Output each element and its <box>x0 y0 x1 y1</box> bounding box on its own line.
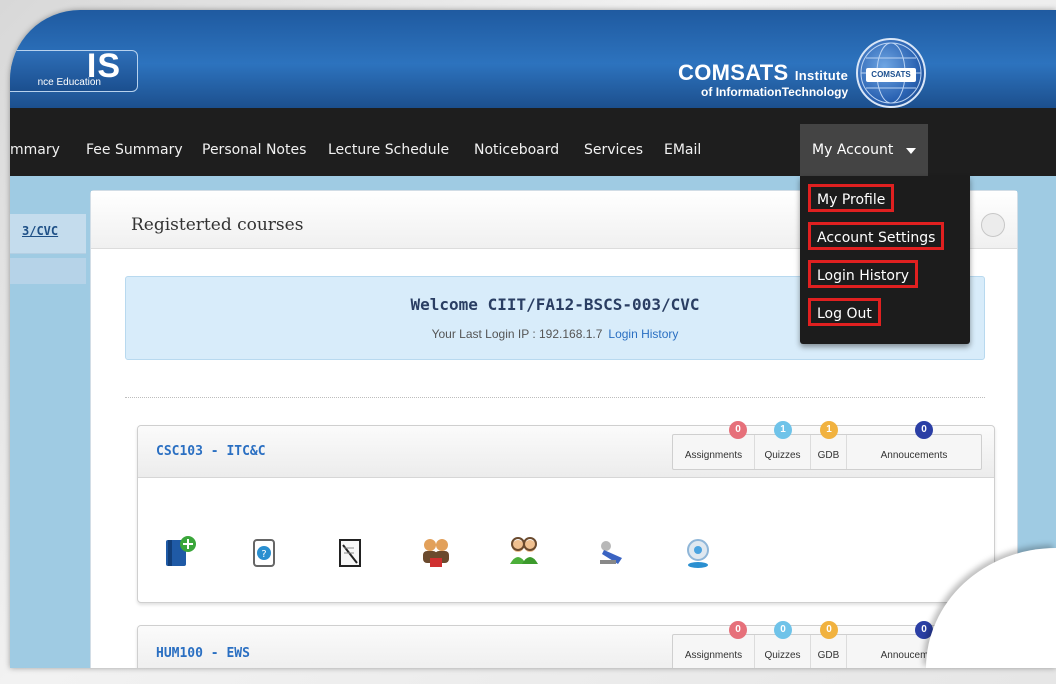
menu-item-login-history[interactable]: Login History <box>808 260 919 288</box>
logo-subtext: nce Education <box>37 77 101 88</box>
group-icon[interactable] <box>418 534 454 570</box>
notes-icon[interactable] <box>332 534 368 570</box>
stat-label: Quizzes <box>764 450 801 461</box>
course-card: CSC103 - ITC&C 0 Assignments 1 Quizzes 1… <box>137 421 995 603</box>
course-title[interactable]: HUM100 - EWS <box>156 646 250 661</box>
institute-title: COMSATS <box>678 60 789 85</box>
stat-gdb[interactable]: 0 GDB <box>811 621 847 668</box>
institute-subtitle: of InformationTechnology <box>701 85 849 99</box>
svg-text:?: ? <box>261 549 266 560</box>
announcements-count-badge: 0 <box>915 421 933 439</box>
browser-viewport: IS nce Education COMSATS Institute of In… <box>10 10 1056 668</box>
stat-assignments[interactable]: 0 Assignments <box>673 421 755 469</box>
gdb-count-badge: 1 <box>820 421 838 439</box>
speaker-icon[interactable] <box>594 534 630 570</box>
quizzes-count-badge: 0 <box>774 621 792 639</box>
stat-quizzes[interactable]: 0 Quizzes <box>755 621 811 668</box>
institute-word: Institute <box>794 68 849 83</box>
sidebar-highlight <box>10 258 86 284</box>
portal-logo[interactable]: IS nce Education <box>10 47 138 92</box>
users-icon[interactable] <box>506 534 542 570</box>
course-stats: 0 Assignments 1 Quizzes 1 GDB 0 Annoucem… <box>672 421 982 470</box>
help-icon[interactable]: ? <box>246 534 282 570</box>
course-header: HUM100 - EWS 0 Assignments 0 Quizzes 0 G… <box>138 621 994 668</box>
stat-label: Quizzes <box>764 650 801 661</box>
nav-services[interactable]: Services <box>584 142 643 158</box>
webcam-icon[interactable] <box>680 534 716 570</box>
assignments-count-badge: 0 <box>729 421 747 439</box>
stat-label: GDB <box>817 650 840 661</box>
course-card: HUM100 - EWS 0 Assignments 0 Quizzes 0 G… <box>137 621 995 668</box>
panel-title: Registerted courses <box>131 215 304 235</box>
quizzes-count-badge: 1 <box>774 421 792 439</box>
panel-toggle-icon[interactable] <box>981 213 1005 237</box>
menu-item-log-out[interactable]: Log Out <box>808 298 881 326</box>
nav-email[interactable]: EMail <box>664 142 701 158</box>
last-login-ip: Your Last Login IP : 192.168.1.7 <box>431 327 603 341</box>
institute-name: COMSATS Institute of InformationTechnolo… <box>678 60 849 99</box>
my-account-dropdown: My Profile Account Settings Login Histor… <box>800 176 970 344</box>
emblem-label: COMSATS <box>866 68 916 82</box>
stat-label: Assignments <box>684 450 743 461</box>
divider <box>125 397 985 398</box>
nav-fee-summary[interactable]: Fee Summary <box>86 142 183 158</box>
nav-academic-summary[interactable]: mmary <box>10 142 60 158</box>
stat-label: Annoucements <box>880 450 948 461</box>
student-id-link[interactable]: 3/CVC <box>22 224 58 238</box>
nav-personal-notes[interactable]: Personal Notes <box>202 142 306 158</box>
course-tools: ? <box>138 478 994 598</box>
my-account-label: My Account <box>812 142 894 158</box>
nav-noticeboard[interactable]: Noticeboard <box>474 142 559 158</box>
caret-down-icon <box>906 148 916 154</box>
left-sidebar <box>10 176 86 668</box>
comsats-emblem-icon: COMSATS <box>856 38 926 108</box>
main-navbar: mmary Fee Summary Personal Notes Lecture… <box>10 108 1056 176</box>
nav-lecture-schedule[interactable]: Lecture Schedule <box>328 142 449 158</box>
my-account-button[interactable]: My Account <box>800 124 928 176</box>
login-history-link[interactable]: Login History <box>608 327 678 341</box>
course-header: CSC103 - ITC&C 0 Assignments 1 Quizzes 1… <box>138 421 994 478</box>
book-add-icon[interactable] <box>162 534 198 570</box>
stat-label: Assignments <box>684 650 743 661</box>
menu-item-account-settings[interactable]: Account Settings <box>808 222 945 250</box>
stat-assignments[interactable]: 0 Assignments <box>673 621 755 668</box>
stat-quizzes[interactable]: 1 Quizzes <box>755 421 811 469</box>
assignments-count-badge: 0 <box>729 621 747 639</box>
menu-item-my-profile[interactable]: My Profile <box>808 184 895 212</box>
gdb-count-badge: 0 <box>820 621 838 639</box>
stat-gdb[interactable]: 1 GDB <box>811 421 847 469</box>
course-title[interactable]: CSC103 - ITC&C <box>156 444 266 459</box>
stat-announcements[interactable]: 0 Annoucements <box>847 421 981 469</box>
header-banner: IS nce Education COMSATS Institute of In… <box>10 10 1056 108</box>
stat-label: GDB <box>817 450 840 461</box>
